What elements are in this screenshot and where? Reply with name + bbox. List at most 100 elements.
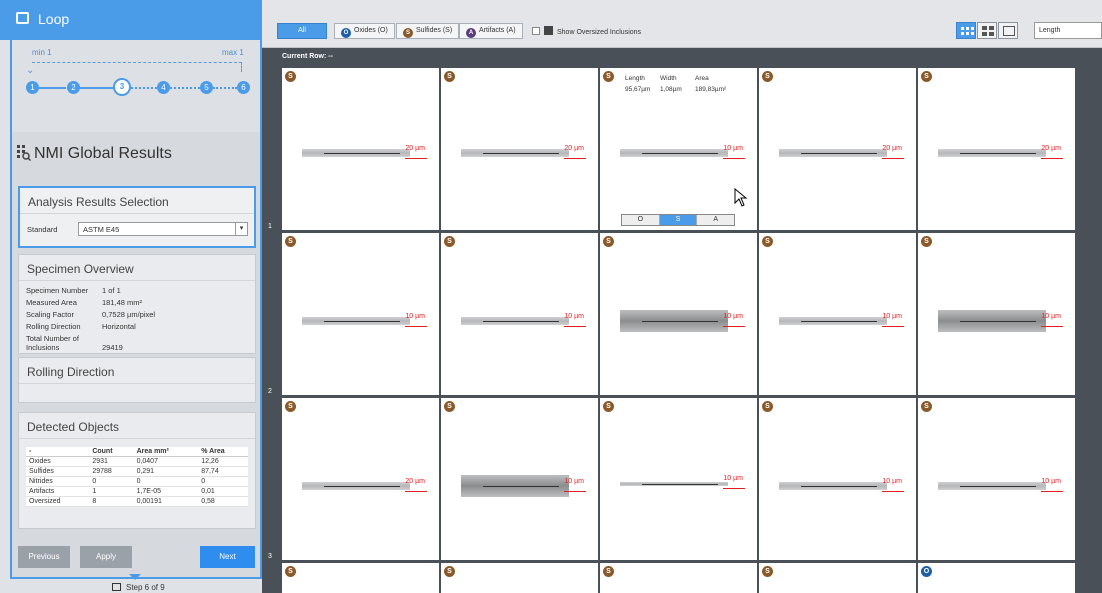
- inclusion-tile[interactable]: S 10 µm: [918, 233, 1075, 395]
- specimen-value: 0,7528 µm/pixel: [102, 310, 156, 319]
- table-cell: 0,291: [133, 466, 199, 477]
- sulfide-icon: S: [762, 566, 773, 577]
- inclusion-tile[interactable]: S 10 µm: [282, 233, 439, 395]
- table-cell: Oxides: [26, 456, 90, 467]
- rolling-direction-title: Rolling Direction: [19, 358, 255, 384]
- sulfide-icon: S: [603, 71, 614, 82]
- inclusion-tile[interactable]: S 10 µm: [441, 398, 598, 560]
- oxide-icon: O: [341, 28, 351, 38]
- step-indicator: min 1 max 1 ⌄ 1 2 3 4 5 6: [12, 40, 260, 132]
- sort-select[interactable]: Length: [1034, 22, 1102, 39]
- filter-oxides-button[interactable]: O Oxides (O): [334, 23, 395, 39]
- inclusion-tile[interactable]: S 10 µm: [441, 233, 598, 395]
- inclusion-image: [938, 482, 1046, 490]
- mouse-cursor-icon: [734, 188, 748, 207]
- table-cell: 0,0407: [133, 456, 199, 467]
- grid-large-view-button[interactable]: [977, 22, 997, 39]
- inclusion-tile[interactable]: S 10 µm: [759, 233, 916, 395]
- table-cell: 0,58: [198, 496, 248, 507]
- inclusion-image: [302, 317, 410, 325]
- scale-label: 10 µm: [882, 313, 902, 320]
- chevron-down-icon: ⌄: [26, 65, 35, 76]
- next-button[interactable]: Next: [200, 546, 255, 568]
- page-title: NMI Global Results: [34, 145, 172, 162]
- inclusion-image: [302, 149, 410, 157]
- row-label: 2: [268, 388, 272, 395]
- show-oversized-toggle[interactable]: Show Oversized Inclusions: [532, 26, 641, 36]
- inclusion-image: [302, 482, 410, 490]
- filter-sulfides-button[interactable]: S Sulfides (S): [396, 23, 460, 39]
- inclusion-tile[interactable]: S: [759, 563, 916, 593]
- step-line: [38, 87, 66, 89]
- area-value: 189,83µm²: [695, 86, 727, 93]
- table-cell: 8: [89, 496, 134, 507]
- inclusion-tile[interactable]: S 10 µm: [918, 398, 1075, 560]
- step-6[interactable]: 6: [237, 81, 250, 94]
- inclusion-tile[interactable]: S: [441, 563, 598, 593]
- scale-bar: [564, 158, 586, 159]
- detected-objects-title: Detected Objects: [19, 413, 255, 439]
- loop-title: Loop: [38, 11, 70, 27]
- table-row: Sulfides 29788 0,291 87,74: [26, 466, 248, 477]
- loop-header[interactable]: Loop: [0, 0, 262, 40]
- apply-button[interactable]: Apply: [80, 546, 132, 568]
- inclusion-tile[interactable]: S 20 µm: [441, 68, 598, 230]
- previous-button[interactable]: Previous: [18, 546, 70, 568]
- oversized-icon: [544, 26, 553, 35]
- specimen-key: Rolling Direction: [26, 322, 81, 331]
- area-label: Area: [695, 75, 709, 82]
- range-dashline: [32, 62, 242, 63]
- sulfide-icon: S: [921, 236, 932, 247]
- table-cell: Nitrides: [26, 476, 90, 487]
- sulfide-icon: S: [285, 71, 296, 82]
- scale-label: 10 µm: [405, 313, 425, 320]
- results-grid-icon: [17, 145, 31, 161]
- width-label: Width: [660, 75, 677, 82]
- inclusion-tile[interactable]: S 20 µm: [282, 68, 439, 230]
- classify-sulfide-button[interactable]: S: [659, 215, 698, 225]
- scale-label: 20 µm: [882, 145, 902, 152]
- inclusion-tile[interactable]: S 10 µm: [600, 233, 757, 395]
- specimen-row: Total Number of Inclusions 29419: [26, 334, 123, 352]
- inclusion-image: [461, 475, 569, 497]
- sulfide-icon: S: [444, 71, 455, 82]
- classification-segmented-control[interactable]: O S A: [621, 214, 735, 226]
- filter-all-button[interactable]: All: [277, 23, 327, 39]
- step-5[interactable]: 5: [200, 81, 213, 94]
- step-1[interactable]: 1: [26, 81, 39, 94]
- artifact-icon: A: [466, 28, 476, 38]
- inclusion-tile[interactable]: S: [282, 563, 439, 593]
- classify-artifact-button[interactable]: A: [697, 215, 734, 225]
- specimen-value: 1 of 1: [102, 286, 121, 295]
- current-row-label: Current Row: --: [282, 53, 333, 60]
- inclusion-tile[interactable]: S 20 µm: [282, 398, 439, 560]
- step-4[interactable]: 4: [157, 81, 170, 94]
- standard-value: ASTM E45: [83, 225, 120, 234]
- table-row: Oxides 2931 0,0407 12,26: [26, 456, 248, 467]
- inclusion-image: [461, 317, 569, 325]
- inclusion-tile[interactable]: O: [918, 563, 1075, 593]
- step-2[interactable]: 2: [67, 81, 80, 94]
- scale-label: 10 µm: [882, 478, 902, 485]
- scale-bar: [882, 326, 904, 327]
- scale-bar: [882, 158, 904, 159]
- sulfide-icon: S: [762, 71, 773, 82]
- table-cell: 1,7E-05: [133, 486, 199, 497]
- classify-oxide-button[interactable]: O: [622, 215, 660, 225]
- single-view-button[interactable]: [998, 22, 1018, 39]
- inclusion-tile[interactable]: S 10 µm: [600, 398, 757, 560]
- filter-artifacts-button[interactable]: A Artifacts (A): [459, 23, 523, 39]
- grid-small-view-button[interactable]: [956, 22, 976, 39]
- inclusion-image: [938, 149, 1046, 157]
- step-3[interactable]: 3: [113, 78, 131, 96]
- range-tick: [241, 62, 242, 72]
- checkbox[interactable]: [532, 27, 540, 35]
- inclusion-tile[interactable]: S 20 µm: [918, 68, 1075, 230]
- specimen-key: Total Number of Inclusions: [26, 334, 79, 352]
- inclusion-tile[interactable]: S 10 µm: [759, 398, 916, 560]
- sulfide-icon: S: [603, 566, 614, 577]
- standard-select[interactable]: ASTM E45 ▾: [78, 222, 248, 236]
- table-row: Nitrides 0 0 0: [26, 476, 248, 487]
- inclusion-tile[interactable]: S: [600, 563, 757, 593]
- inclusion-tile[interactable]: S 20 µm: [759, 68, 916, 230]
